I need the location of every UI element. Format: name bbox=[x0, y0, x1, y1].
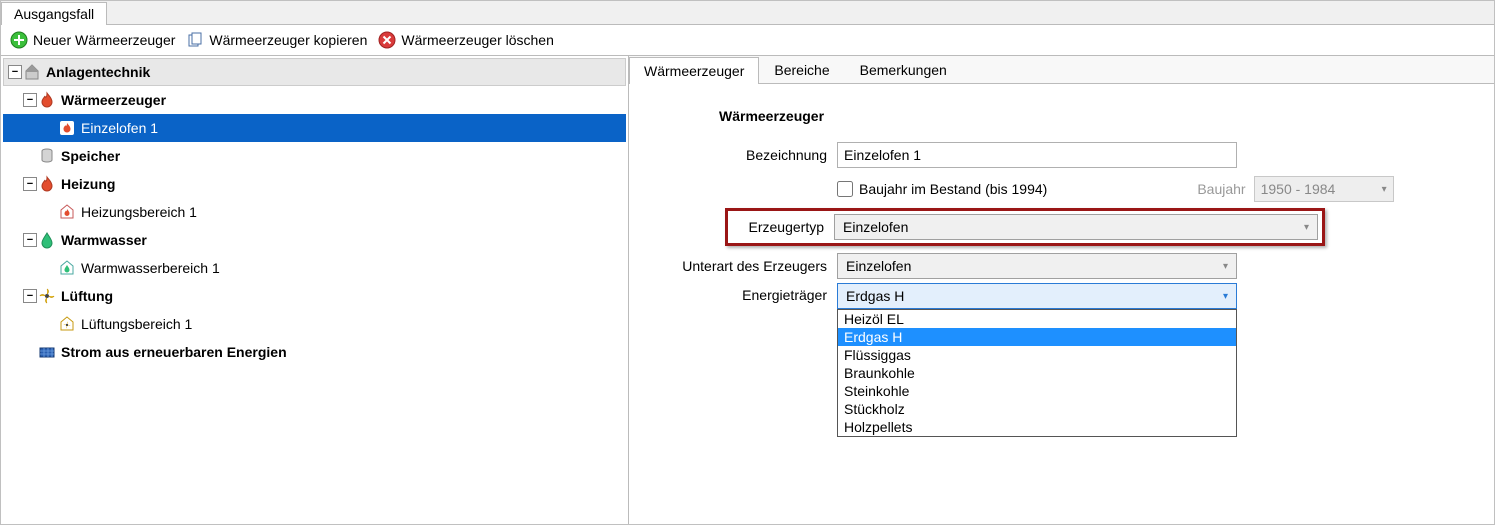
house-icon bbox=[22, 63, 42, 81]
chevron-down-icon: ▾ bbox=[1223, 291, 1228, 302]
fire-icon bbox=[37, 175, 57, 193]
energietraeger-options: Heizöl EL Erdgas H Flüssiggas Braunkohle… bbox=[837, 309, 1237, 437]
label: Strom aus erneuerbaren Energien bbox=[61, 344, 287, 360]
unterart-label: Unterart des Erzeugers bbox=[647, 258, 827, 274]
tree: − Anlagentechnik − Wärmeerzeuger bbox=[1, 56, 628, 368]
unterart-select[interactable]: Einzelofen ▾ bbox=[837, 253, 1237, 279]
split-pane: − Anlagentechnik − Wärmeerzeuger bbox=[1, 56, 1494, 524]
tree-lueftungsbereich-1[interactable]: Lüftungsbereich 1 bbox=[3, 310, 626, 338]
detail-panel: Wärmeerzeuger Bereiche Bemerkungen Wärme… bbox=[629, 56, 1494, 524]
label: Heizung bbox=[61, 176, 115, 192]
option-heizoel-el[interactable]: Heizöl EL bbox=[838, 310, 1236, 328]
tree-strom[interactable]: Strom aus erneuerbaren Energien bbox=[3, 338, 626, 366]
expand-icon[interactable]: − bbox=[23, 177, 37, 191]
tab-waermeerzeuger[interactable]: Wärmeerzeuger bbox=[629, 57, 759, 84]
baujahr-checkbox-label: Baujahr im Bestand (bis 1994) bbox=[859, 181, 1047, 197]
detail-tab-bar: Wärmeerzeuger Bereiche Bemerkungen bbox=[629, 56, 1494, 84]
expand-icon[interactable]: − bbox=[23, 289, 37, 303]
expand-icon[interactable]: − bbox=[8, 65, 22, 79]
unterart-value: Einzelofen bbox=[846, 258, 911, 274]
energietraeger-value: Erdgas H bbox=[846, 288, 904, 304]
water-zone-icon bbox=[57, 259, 77, 277]
form: Wärmeerzeuger Bezeichnung Baujahr im Bes… bbox=[629, 84, 1494, 333]
tree-lueftung[interactable]: − Lüftung bbox=[3, 282, 626, 310]
option-steinkohle[interactable]: Steinkohle bbox=[838, 382, 1236, 400]
fan-icon bbox=[37, 287, 57, 305]
tab-bereiche[interactable]: Bereiche bbox=[759, 56, 844, 83]
baujahr-checkbox[interactable] bbox=[837, 181, 853, 197]
delete-label: Wärmeerzeuger löschen bbox=[401, 32, 554, 48]
label: Warmwasser bbox=[61, 232, 147, 248]
option-braunkohle[interactable]: Braunkohle bbox=[838, 364, 1236, 382]
option-erdgas-h[interactable]: Erdgas H bbox=[838, 328, 1236, 346]
tree-panel: − Anlagentechnik − Wärmeerzeuger bbox=[1, 56, 629, 524]
tree-warmwasserbereich-1[interactable]: Warmwasserbereich 1 bbox=[3, 254, 626, 282]
label: Speicher bbox=[61, 148, 120, 164]
label: Heizungsbereich 1 bbox=[81, 204, 197, 220]
add-icon bbox=[9, 31, 29, 49]
drop-icon bbox=[37, 231, 57, 249]
tree-heizung[interactable]: − Heizung bbox=[3, 170, 626, 198]
app-window: Ausgangsfall Neuer Wärmeerzeuger Wärmeer… bbox=[0, 0, 1495, 525]
option-stueckholz[interactable]: Stückholz bbox=[838, 400, 1236, 418]
baujahr-value: 1950 - 1984 bbox=[1261, 181, 1336, 197]
new-button[interactable]: Neuer Wärmeerzeuger bbox=[9, 31, 181, 49]
erzeugertyp-value: Einzelofen bbox=[843, 219, 908, 235]
toolbar: Neuer Wärmeerzeuger Wärmeerzeuger kopier… bbox=[1, 25, 1494, 56]
chevron-down-icon: ▾ bbox=[1223, 261, 1228, 272]
erzeugertyp-select[interactable]: Einzelofen ▾ bbox=[834, 214, 1318, 240]
baujahr-label: Baujahr bbox=[1197, 181, 1245, 197]
expand-icon[interactable]: − bbox=[23, 233, 37, 247]
bezeichnung-label: Bezeichnung bbox=[647, 147, 827, 163]
copy-icon bbox=[185, 31, 205, 49]
storage-icon bbox=[37, 147, 57, 165]
label: Lüftung bbox=[61, 288, 113, 304]
tree-root[interactable]: − Anlagentechnik bbox=[3, 58, 626, 86]
option-fluessiggas[interactable]: Flüssiggas bbox=[838, 346, 1236, 364]
tree-einzelofen-1[interactable]: Einzelofen 1 bbox=[3, 114, 626, 142]
expand-icon[interactable]: − bbox=[23, 93, 37, 107]
tree-speicher[interactable]: Speicher bbox=[3, 142, 626, 170]
chevron-down-icon: ▾ bbox=[1382, 184, 1387, 195]
erzeugertyp-highlight: Erzeugertyp Einzelofen ▾ bbox=[725, 208, 1325, 246]
copy-button[interactable]: Wärmeerzeuger kopieren bbox=[185, 31, 373, 49]
delete-button[interactable]: Wärmeerzeuger löschen bbox=[377, 31, 560, 49]
section-title: Wärmeerzeuger bbox=[719, 108, 1476, 124]
label: Wärmeerzeuger bbox=[61, 92, 166, 108]
tab-ausgangsfall[interactable]: Ausgangsfall bbox=[1, 2, 107, 25]
tree-heizungsbereich-1[interactable]: Heizungsbereich 1 bbox=[3, 198, 626, 226]
solar-icon bbox=[37, 343, 57, 361]
tree-root-label: Anlagentechnik bbox=[46, 64, 150, 80]
label: Einzelofen 1 bbox=[81, 120, 158, 136]
delete-icon bbox=[377, 31, 397, 49]
label: Lüftungsbereich 1 bbox=[81, 316, 192, 332]
erzeugertyp-label: Erzeugertyp bbox=[732, 219, 824, 235]
fire-icon bbox=[37, 91, 57, 109]
fire-icon bbox=[57, 119, 77, 137]
chevron-down-icon: ▾ bbox=[1304, 222, 1309, 233]
top-tab-bar: Ausgangsfall bbox=[1, 1, 1494, 25]
baujahr-select: 1950 - 1984 ▾ bbox=[1254, 176, 1394, 202]
bezeichnung-input[interactable] bbox=[837, 142, 1237, 168]
new-label: Neuer Wärmeerzeuger bbox=[33, 32, 175, 48]
heating-zone-icon bbox=[57, 203, 77, 221]
energietraeger-label: Energieträger bbox=[647, 283, 827, 303]
tab-bemerkungen[interactable]: Bemerkungen bbox=[845, 56, 962, 83]
label: Warmwasserbereich 1 bbox=[81, 260, 220, 276]
energietraeger-select[interactable]: Erdgas H ▾ bbox=[837, 283, 1237, 309]
copy-label: Wärmeerzeuger kopieren bbox=[209, 32, 367, 48]
ventilation-zone-icon bbox=[57, 315, 77, 333]
tree-waermeerzeuger[interactable]: − Wärmeerzeuger bbox=[3, 86, 626, 114]
option-holzpellets[interactable]: Holzpellets bbox=[838, 418, 1236, 436]
tree-warmwasser[interactable]: − Warmwasser bbox=[3, 226, 626, 254]
